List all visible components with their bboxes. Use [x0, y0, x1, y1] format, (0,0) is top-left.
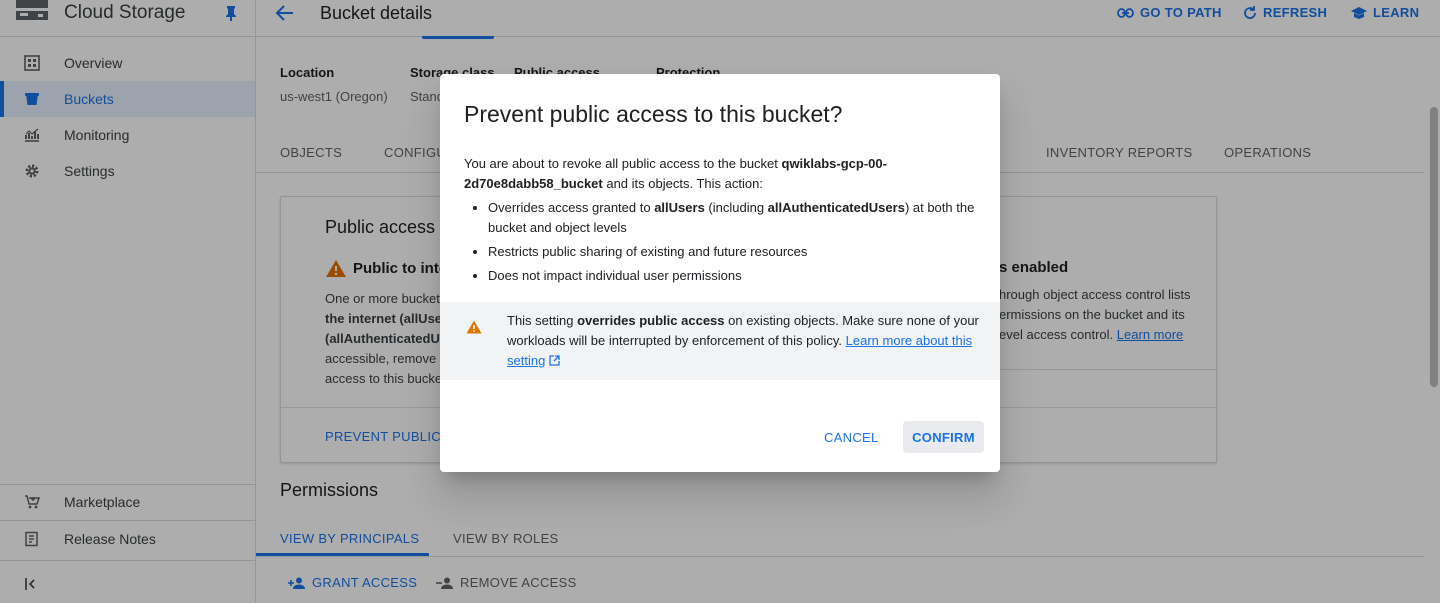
cancel-button[interactable]: CANCEL	[824, 421, 879, 453]
intro-text: You are about to revoke all public acces…	[464, 156, 782, 171]
intro-text: and its objects. This action:	[602, 176, 763, 191]
dialog-body: You are about to revoke all public acces…	[464, 154, 979, 290]
dialog-warning-banner: This setting overrides public access on …	[440, 302, 1000, 380]
action-list: Overrides access granted to allUsers (in…	[464, 198, 979, 286]
list-item: Overrides access granted to allUsers (in…	[488, 198, 979, 238]
warning-text-bold: overrides public access	[577, 313, 725, 328]
bullet-text: Overrides access granted to	[488, 200, 655, 215]
list-item: Does not impact individual user permissi…	[488, 266, 979, 286]
prevent-public-access-dialog: Prevent public access to this bucket? Yo…	[440, 74, 1000, 472]
bullet-bold: allAuthenticatedUsers	[767, 200, 905, 215]
bullet-text: (including	[704, 200, 768, 215]
list-item: Restricts public sharing of existing and…	[488, 242, 979, 262]
bullet-bold: allUsers	[654, 200, 705, 215]
dialog-title: Prevent public access to this bucket?	[464, 101, 843, 127]
warning-text: This setting overrides public access on …	[507, 311, 987, 371]
confirm-button[interactable]: CONFIRM	[903, 421, 984, 453]
external-link-icon	[549, 355, 560, 366]
warning-icon	[466, 320, 482, 334]
dialog-intro: You are about to revoke all public acces…	[464, 154, 979, 194]
warning-text-part: This setting	[507, 313, 578, 328]
